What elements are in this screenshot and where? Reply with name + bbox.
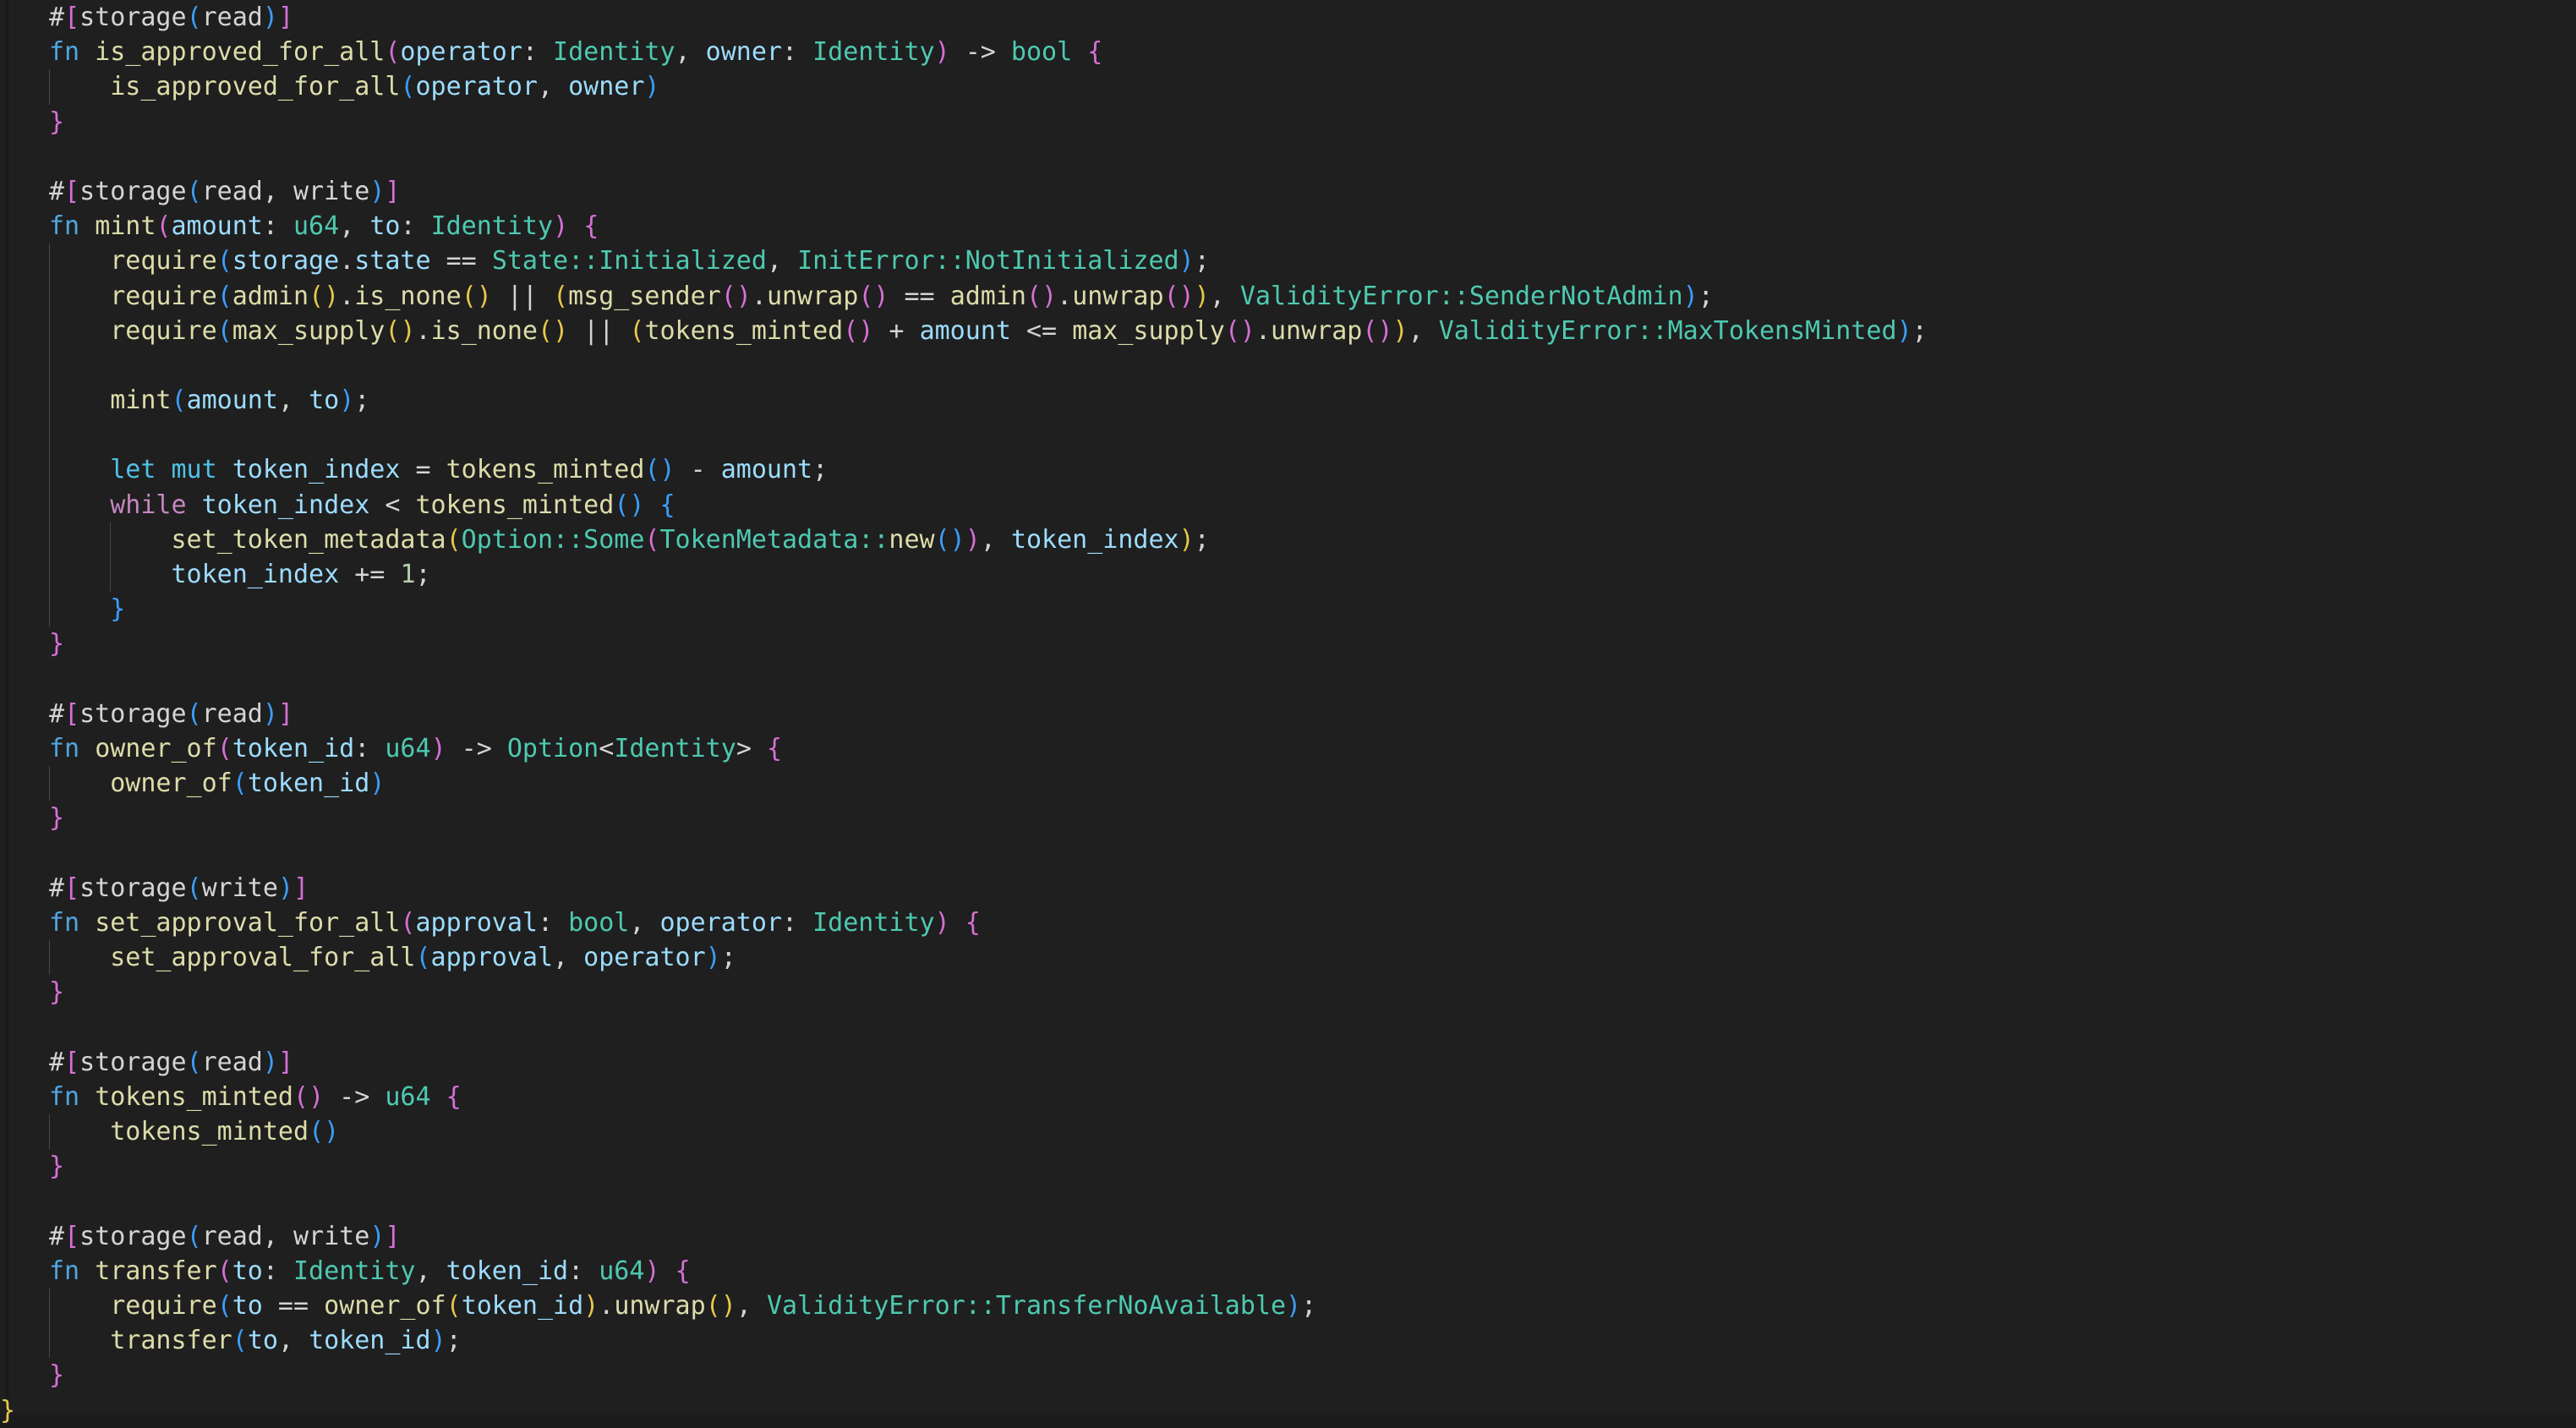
code-line[interactable]: fn is_approved_for_all(operator: Identit… [0,35,2576,69]
code-line-blank[interactable] [0,347,2576,384]
code-line[interactable]: } [0,105,2576,140]
code-line[interactable]: set_token_metadata(Option::Some(TokenMet… [0,522,2576,557]
code-line[interactable]: #[storage(write)] [0,871,2576,905]
code-line-blank[interactable] [0,662,2576,697]
code-line[interactable]: fn transfer(to: Identity, token_id: u64)… [0,1254,2576,1288]
code-line[interactable]: set_approval_for_all(approval, operator)… [0,940,2576,976]
code-line[interactable]: } [0,1358,2576,1392]
indent-guide [49,418,50,453]
code-line[interactable]: fn tokens_minted() -> u64 { [0,1080,2576,1114]
code-line[interactable]: require(to == owner_of(token_id).unwrap(… [0,1288,2576,1324]
code-line[interactable]: #[storage(read, write)] [0,174,2576,209]
code-line[interactable]: let mut token_index = tokens_minted() - … [0,452,2576,488]
code-line[interactable]: fn set_approval_for_all(approval: bool, … [0,905,2576,940]
code-line[interactable]: #[storage(read)] [0,697,2576,731]
code-line[interactable]: } [0,1393,2576,1428]
code-line[interactable]: owner_of(token_id) [0,766,2576,802]
code-text-surface[interactable]: #[storage(read)] fn is_approved_for_all(… [0,0,2576,1425]
code-line[interactable]: fn owner_of(token_id: u64) -> Option<Ide… [0,731,2576,766]
code-editor-pane[interactable]: #[storage(read)] fn is_approved_for_all(… [0,0,2576,1425]
code-line-blank[interactable] [0,140,2576,174]
code-line[interactable]: require(admin().is_none() || (msg_sender… [0,278,2576,314]
code-line[interactable]: } [0,626,2576,661]
code-line-blank[interactable] [0,1184,2576,1218]
code-line[interactable]: transfer(to, token_id); [0,1323,2576,1359]
code-line[interactable]: } [0,975,2576,1009]
code-line[interactable]: #[storage(read)] [0,1045,2576,1080]
code-line[interactable]: } [0,592,2576,627]
code-line[interactable]: require(max_supply().is_none() || (token… [0,313,2576,348]
code-line[interactable]: #[storage(read, write)] [0,1219,2576,1254]
code-line-blank[interactable] [0,1009,2576,1044]
code-line[interactable]: tokens_minted() [0,1114,2576,1150]
code-line[interactable]: while token_index < tokens_minted() { [0,487,2576,523]
code-line[interactable]: mint(amount, to); [0,383,2576,419]
code-line-blank[interactable] [0,418,2576,453]
code-line[interactable]: is_approved_for_all(operator, owner) [0,69,2576,105]
code-line[interactable]: } [0,801,2576,835]
code-line[interactable]: #[storage(read)] [0,0,2576,35]
code-line[interactable]: } [0,1149,2576,1184]
indent-guide [49,347,50,384]
code-line-blank[interactable] [0,836,2576,871]
code-line[interactable]: fn mint(amount: u64, to: Identity) { [0,209,2576,243]
code-line[interactable]: token_index += 1; [0,557,2576,593]
code-line[interactable]: require(storage.state == State::Initiali… [0,243,2576,279]
